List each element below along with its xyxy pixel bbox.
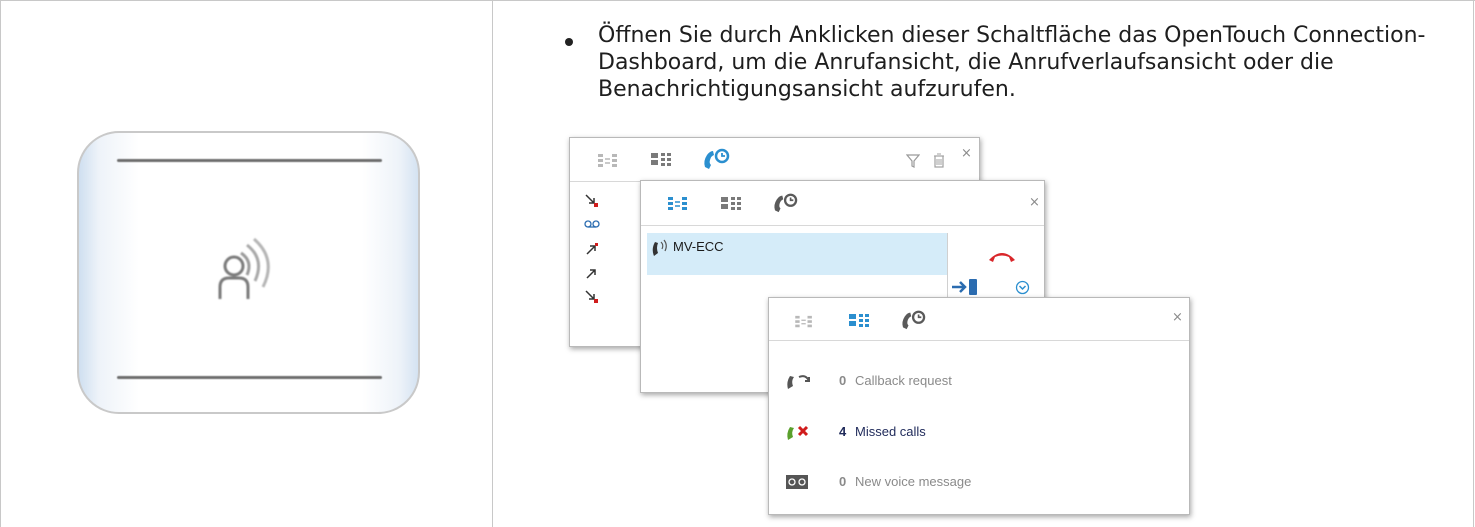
missed-calls-label: Missed calls (855, 424, 926, 439)
table-border-left (0, 0, 1, 527)
person-broadcast-icon (218, 237, 270, 299)
missed-call-arrow-icon (585, 194, 598, 207)
outgoing-call-icon (586, 269, 596, 279)
bullet-point (565, 38, 573, 46)
callback-count: 0 (839, 373, 847, 388)
call-history-tab-icon[interactable] (899, 309, 929, 331)
bottom-divider-line (117, 376, 382, 379)
top-divider-line (117, 159, 382, 162)
conversations-tab-icon[interactable] (597, 153, 619, 169)
voicemail-icon (584, 220, 600, 228)
outgoing-call-missed-icon (586, 243, 598, 255)
notification-item-voicemail[interactable]: 0 New voice message (769, 470, 1189, 500)
notifications-tab-icon[interactable] (650, 152, 672, 168)
callback-label: Callback request (855, 373, 952, 388)
filter-icon[interactable] (906, 154, 920, 168)
delete-icon[interactable] (933, 153, 945, 168)
calls-toolbar (641, 181, 1044, 226)
history-toolbar (570, 138, 979, 182)
notifications-tab-icon[interactable] (848, 313, 870, 329)
missed-call-icon (787, 425, 809, 440)
call-history-tab-icon[interactable] (701, 147, 733, 171)
callback-icon (787, 375, 810, 389)
table-border-right (1473, 0, 1474, 527)
active-call-row[interactable]: MV-ECC (647, 233, 947, 275)
voicemail-count: 0 (839, 474, 847, 489)
transfer-call-icon[interactable] (951, 277, 983, 297)
close-calls-button[interactable]: × (1029, 195, 1040, 210)
description-text: Öffnen Sie durch Anklicken dieser Schalt… (598, 23, 1426, 102)
conversations-tab-icon[interactable] (794, 315, 814, 329)
call-history-tab-icon[interactable] (771, 192, 801, 214)
close-notifications-button[interactable]: × (1172, 310, 1183, 325)
dashboard-button-illustration (77, 131, 420, 414)
hang-up-icon[interactable] (987, 248, 1017, 264)
table-border-top (0, 0, 1475, 1)
voicemail-icon (786, 475, 808, 489)
active-call-name: MV-ECC (673, 239, 724, 254)
voicemail-label: New voice message (855, 474, 972, 489)
missed-calls-count: 4 (839, 424, 847, 439)
conversations-tab-icon[interactable] (667, 196, 689, 212)
notifications-toolbar (769, 298, 1189, 341)
close-history-button[interactable]: × (961, 146, 972, 161)
more-options-icon[interactable] (1015, 280, 1030, 295)
table-column-divider (492, 0, 493, 527)
missed-call-arrow-icon (585, 290, 598, 303)
notifications-window[interactable]: × 0 Callback request 4 Missed calls 0 Ne… (768, 297, 1190, 515)
call-panel-divider (947, 233, 948, 303)
call-ringing-icon (652, 239, 667, 256)
notification-item-callback[interactable]: 0 Callback request (769, 369, 1189, 399)
notification-item-missed-calls[interactable]: 4 Missed calls (769, 420, 1189, 450)
notifications-tab-icon[interactable] (720, 196, 742, 212)
